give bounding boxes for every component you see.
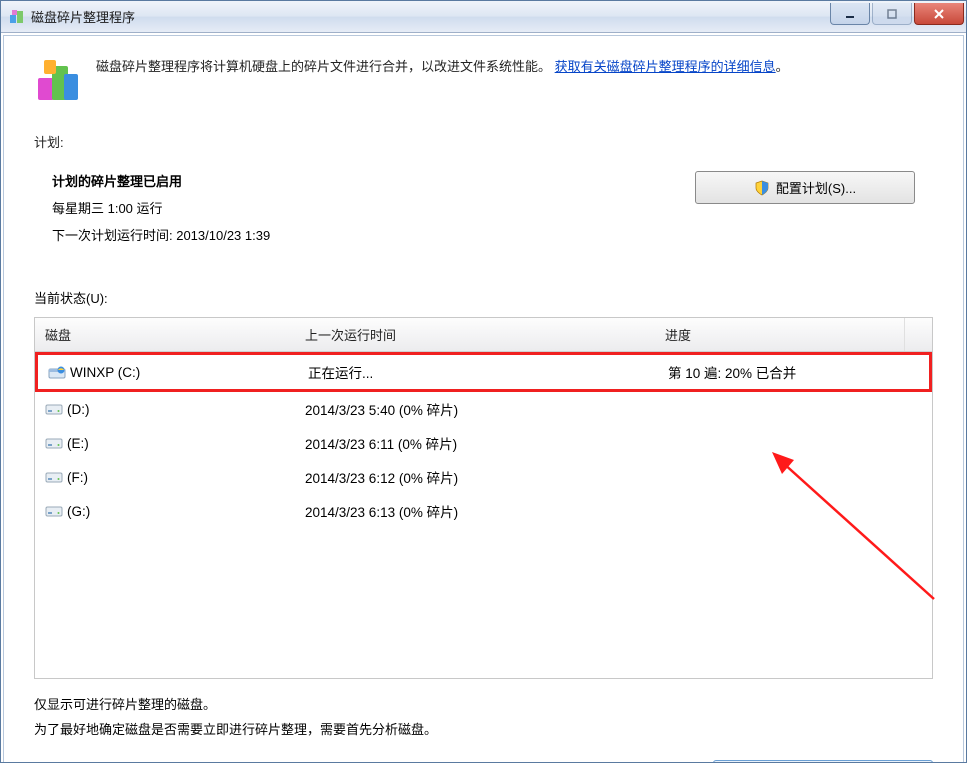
disk-name: WINXP (C:) [70, 365, 140, 380]
disk-progress [655, 406, 932, 412]
disk-progress [655, 474, 932, 480]
disk-last-run: 2014/3/23 5:40 (0% 碎片) [295, 396, 655, 422]
table-row[interactable]: (F:) 2014/3/23 6:12 (0% 碎片) [35, 460, 932, 494]
disk-last-run: 正在运行... [298, 359, 658, 385]
col-end-spacer [904, 318, 932, 351]
drive-icon [45, 402, 63, 416]
disk-last-run: 2014/3/23 6:13 (0% 碎片) [295, 498, 655, 524]
drive-icon [45, 436, 63, 450]
table-row[interactable]: (E:) 2014/3/23 6:11 (0% 碎片) [35, 426, 932, 460]
col-disk-header[interactable]: 磁盘 [35, 318, 295, 351]
intro-text-prefix: 磁盘碎片整理程序将计算机硬盘上的碎片文件进行合并，以改进文件系统性能。 [96, 59, 551, 74]
schedule-frequency: 每星期三 1:00 运行 [52, 198, 270, 217]
close-button[interactable] [914, 3, 964, 25]
action-bar: 停止操作(O) [34, 760, 933, 762]
disk-name: (G:) [67, 504, 90, 519]
table-header: 磁盘 上一次运行时间 进度 [35, 318, 932, 352]
schedule-next-run: 下一次计划运行时间: 2013/10/23 1:39 [52, 225, 270, 244]
table-body: WINXP (C:) 正在运行...第 10 遍: 20% 已合并 (D:) 2014… [35, 352, 932, 678]
disk-name: (E:) [67, 436, 89, 451]
disk-name: (D:) [67, 402, 90, 417]
maximize-button[interactable] [872, 3, 912, 25]
footer-line2: 为了最好地确定磁盘是否需要立即进行碎片整理，需要首先分析磁盘。 [34, 718, 933, 743]
schedule-enabled-title: 计划的碎片整理已启用 [52, 171, 270, 190]
schedule-box: 计划的碎片整理已启用 每星期三 1:00 运行 下一次计划运行时间: 2013/… [34, 159, 933, 270]
os-drive-icon [48, 365, 66, 379]
table-row[interactable]: (D:) 2014/3/23 5:40 (0% 碎片) [35, 392, 932, 426]
defrag-icon [34, 56, 82, 104]
intro-section: 磁盘碎片整理程序将计算机硬盘上的碎片文件进行合并，以改进文件系统性能。 获取有关… [34, 56, 933, 104]
table-row[interactable]: (G:) 2014/3/23 6:13 (0% 碎片) [35, 494, 932, 528]
footer-text: 仅显示可进行碎片整理的磁盘。 为了最好地确定磁盘是否需要立即进行碎片整理，需要首… [34, 693, 933, 742]
drive-icon [45, 504, 63, 518]
col-progress-header[interactable]: 进度 [655, 318, 904, 351]
window-title: 磁盘碎片整理程序 [31, 7, 135, 26]
stop-operation-button[interactable]: 停止操作(O) [713, 760, 933, 762]
status-label: 当前状态(U): [34, 288, 933, 307]
more-info-link[interactable]: 获取有关磁盘碎片整理程序的详细信息 [555, 59, 776, 74]
disk-last-run: 2014/3/23 6:12 (0% 碎片) [295, 464, 655, 490]
schedule-label: 计划: [34, 132, 933, 151]
app-icon [9, 9, 25, 25]
intro-text: 磁盘碎片整理程序将计算机硬盘上的碎片文件进行合并，以改进文件系统性能。 获取有关… [96, 56, 789, 78]
window-controls [830, 8, 966, 25]
disk-progress [655, 508, 932, 514]
disk-last-run: 2014/3/23 6:11 (0% 碎片) [295, 430, 655, 456]
disk-progress [655, 440, 932, 446]
col-time-header[interactable]: 上一次运行时间 [295, 318, 655, 351]
configure-schedule-label: 配置计划(S)... [776, 178, 856, 197]
minimize-button[interactable] [830, 3, 870, 25]
drive-icon [45, 470, 63, 484]
defrag-window: 磁盘碎片整理程序 [0, 0, 967, 763]
shield-icon [754, 180, 770, 196]
titlebar: 磁盘碎片整理程序 [1, 1, 966, 33]
disk-table: 磁盘 上一次运行时间 进度 WINXP (C:) 正在运行...第 10 遍: 2… [34, 317, 933, 679]
table-row[interactable]: WINXP (C:) 正在运行...第 10 遍: 20% 已合并 [35, 352, 932, 392]
footer-line1: 仅显示可进行碎片整理的磁盘。 [34, 693, 933, 718]
disk-name: (F:) [67, 470, 88, 485]
configure-schedule-button[interactable]: 配置计划(S)... [695, 171, 915, 204]
disk-progress: 第 10 遍: 20% 已合并 [658, 359, 929, 385]
